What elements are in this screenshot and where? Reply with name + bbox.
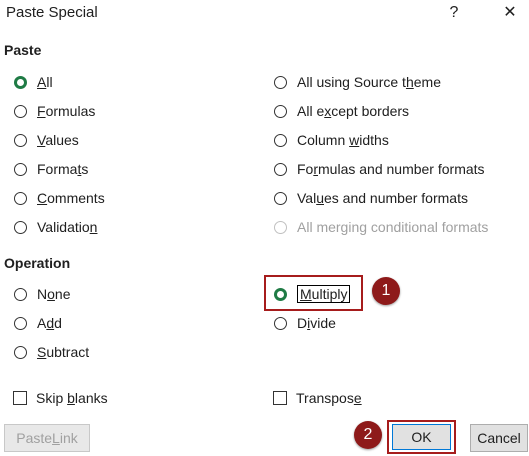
help-icon[interactable]: ? [440,2,468,24]
radio-paste-formulas-number-formats[interactable]: Formulas and number formats [274,159,485,179]
radio-operation-multiply[interactable]: Multiply [274,284,351,304]
radio-paste-formulas[interactable]: Formulas [14,101,95,121]
radio-button[interactable] [14,345,27,359]
checkbox[interactable] [13,391,27,405]
close-icon[interactable]: ✕ [496,2,524,24]
paste-link-button: Paste Link [4,424,90,452]
radio-button[interactable] [274,316,287,330]
radio-button[interactable] [274,104,287,118]
radio-button[interactable] [274,75,287,89]
callout-badge-2: 2 [354,421,382,449]
radio-paste-except-borders[interactable]: All except borders [274,101,409,121]
checkbox-skip-blanks[interactable]: Skip blanks [13,388,108,408]
checkbox-transpose[interactable]: Transpose [273,388,362,408]
radio-paste-column-widths[interactable]: Column widths [274,130,389,150]
radio-paste-source-theme[interactable]: All using Source theme [274,72,441,92]
callout-badge-1: 1 [372,277,400,305]
radio-operation-divide[interactable]: Divide [274,313,336,333]
radio-paste-all[interactable]: All [14,72,53,92]
paste-section-heading: Paste [4,42,42,58]
radio-button-disabled [274,220,287,234]
checkbox[interactable] [273,391,287,405]
radio-button[interactable] [274,191,287,205]
radio-operation-none[interactable]: None [14,284,71,304]
radio-button[interactable] [14,104,27,118]
radio-button-checked[interactable] [14,75,27,89]
dialog-title: Paste Special [6,4,98,21]
radio-button[interactable] [14,287,27,301]
radio-button[interactable] [14,133,27,147]
radio-button[interactable] [14,220,27,234]
radio-paste-validation[interactable]: Validation [14,217,97,237]
radio-button[interactable] [14,191,27,205]
radio-operation-subtract[interactable]: Subtract [14,342,89,362]
radio-paste-values[interactable]: Values [14,130,79,150]
radio-paste-formats[interactable]: Formats [14,159,88,179]
radio-paste-values-number-formats[interactable]: Values and number formats [274,188,468,208]
radio-button[interactable] [14,316,27,330]
radio-button[interactable] [14,162,27,176]
ok-button[interactable]: OK [392,424,451,450]
radio-paste-merging-conditional-formats: All merging conditional formats [274,217,488,237]
cancel-button[interactable]: Cancel [470,424,528,452]
radio-button[interactable] [274,162,287,176]
radio-button[interactable] [274,133,287,147]
radio-operation-add[interactable]: Add [14,313,62,333]
radio-paste-comments[interactable]: Comments [14,188,105,208]
operation-section-heading: Operation [4,255,71,271]
radio-button-checked[interactable] [274,287,287,301]
